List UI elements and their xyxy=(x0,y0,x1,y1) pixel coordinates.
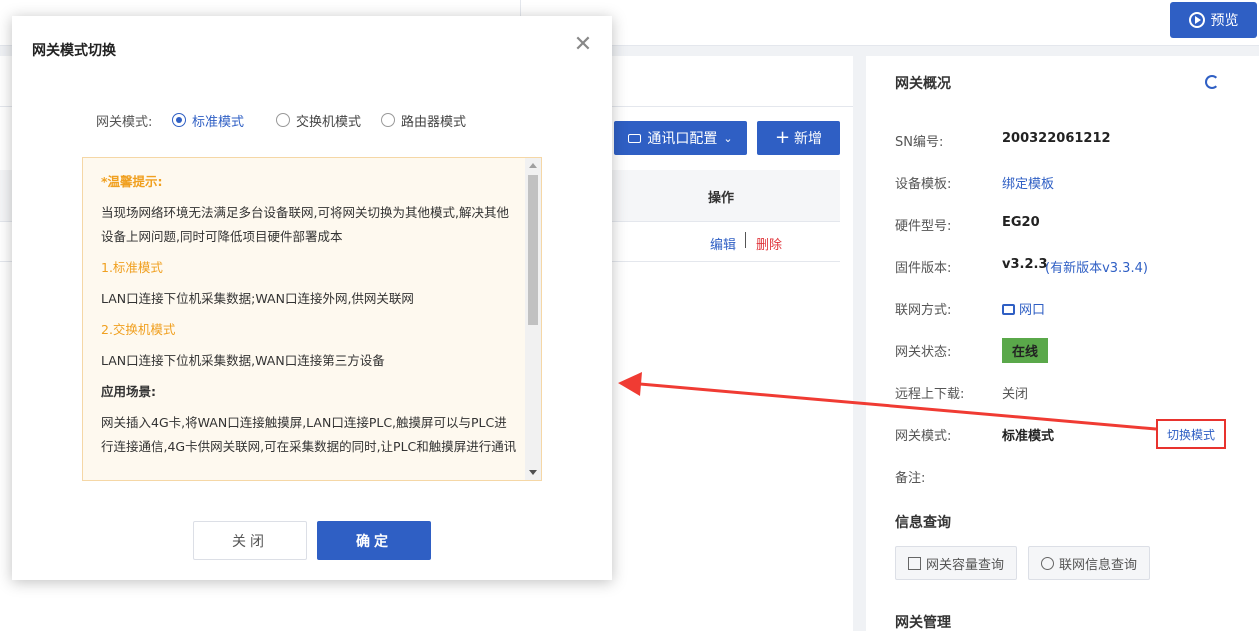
scroll-up-icon[interactable] xyxy=(529,163,537,168)
mode2-desc: LAN口连接下位机采集数据,WAN口连接第三方设备 xyxy=(101,353,385,368)
radio-dot xyxy=(381,113,396,127)
radio-dot xyxy=(276,113,291,127)
scene-desc: 网关插入4G卡,将WAN口连接触摸屏,LAN口连接PLC,触摸屏可以与PLC进行… xyxy=(101,415,517,454)
tips-panel[interactable]: *温馨提示: 当现场网络环境无法满足多台设备联网,可将网关切换为其他模式,解决其… xyxy=(82,157,542,481)
confirm-button[interactable]: 确定 xyxy=(317,521,431,560)
close-icon[interactable]: ✕ xyxy=(572,34,594,56)
scroll-thumb[interactable] xyxy=(528,175,538,325)
tips-intro: 当现场网络环境无法满足多台设备联网,可将网关切换为其他模式,解决其他设备上网问题… xyxy=(101,205,509,244)
radio-label: 路由器模式 xyxy=(401,114,467,130)
gateway-mode-dialog: 网关模式切换 ✕ 网关模式: 标准模式 交换机模式 路由器模式 *温馨提示: 当… xyxy=(12,16,612,580)
radio-switch-mode[interactable]: 交换机模式 xyxy=(276,111,361,130)
mode1-desc: LAN口连接下位机采集数据;WAN口连接外网,供网关联网 xyxy=(101,291,414,306)
scroll-down-icon[interactable] xyxy=(529,470,537,475)
radio-standard-mode[interactable]: 标准模式 xyxy=(172,111,244,130)
radio-label: 交换机模式 xyxy=(296,114,362,130)
tips-content: *温馨提示: 当现场网络环境无法满足多台设备联网,可将网关切换为其他模式,解决其… xyxy=(101,170,519,466)
mode-selector: 网关模式: 标准模式 交换机模式 路由器模式 xyxy=(96,110,486,130)
dialog-title: 网关模式切换 xyxy=(32,43,116,59)
scene-title: 应用场景: xyxy=(101,384,156,399)
mode-label: 网关模式: xyxy=(96,114,153,130)
mode2-title: 2.交换机模式 xyxy=(101,322,176,337)
close-button[interactable]: 关闭 xyxy=(193,521,307,560)
tips-heading: *温馨提示: xyxy=(101,174,163,189)
radio-dot xyxy=(172,113,186,127)
tips-scrollbar[interactable] xyxy=(525,158,541,480)
radio-label: 标准模式 xyxy=(192,114,245,130)
radio-router-mode[interactable]: 路由器模式 xyxy=(381,111,466,130)
mode1-title: 1.标准模式 xyxy=(101,260,163,275)
